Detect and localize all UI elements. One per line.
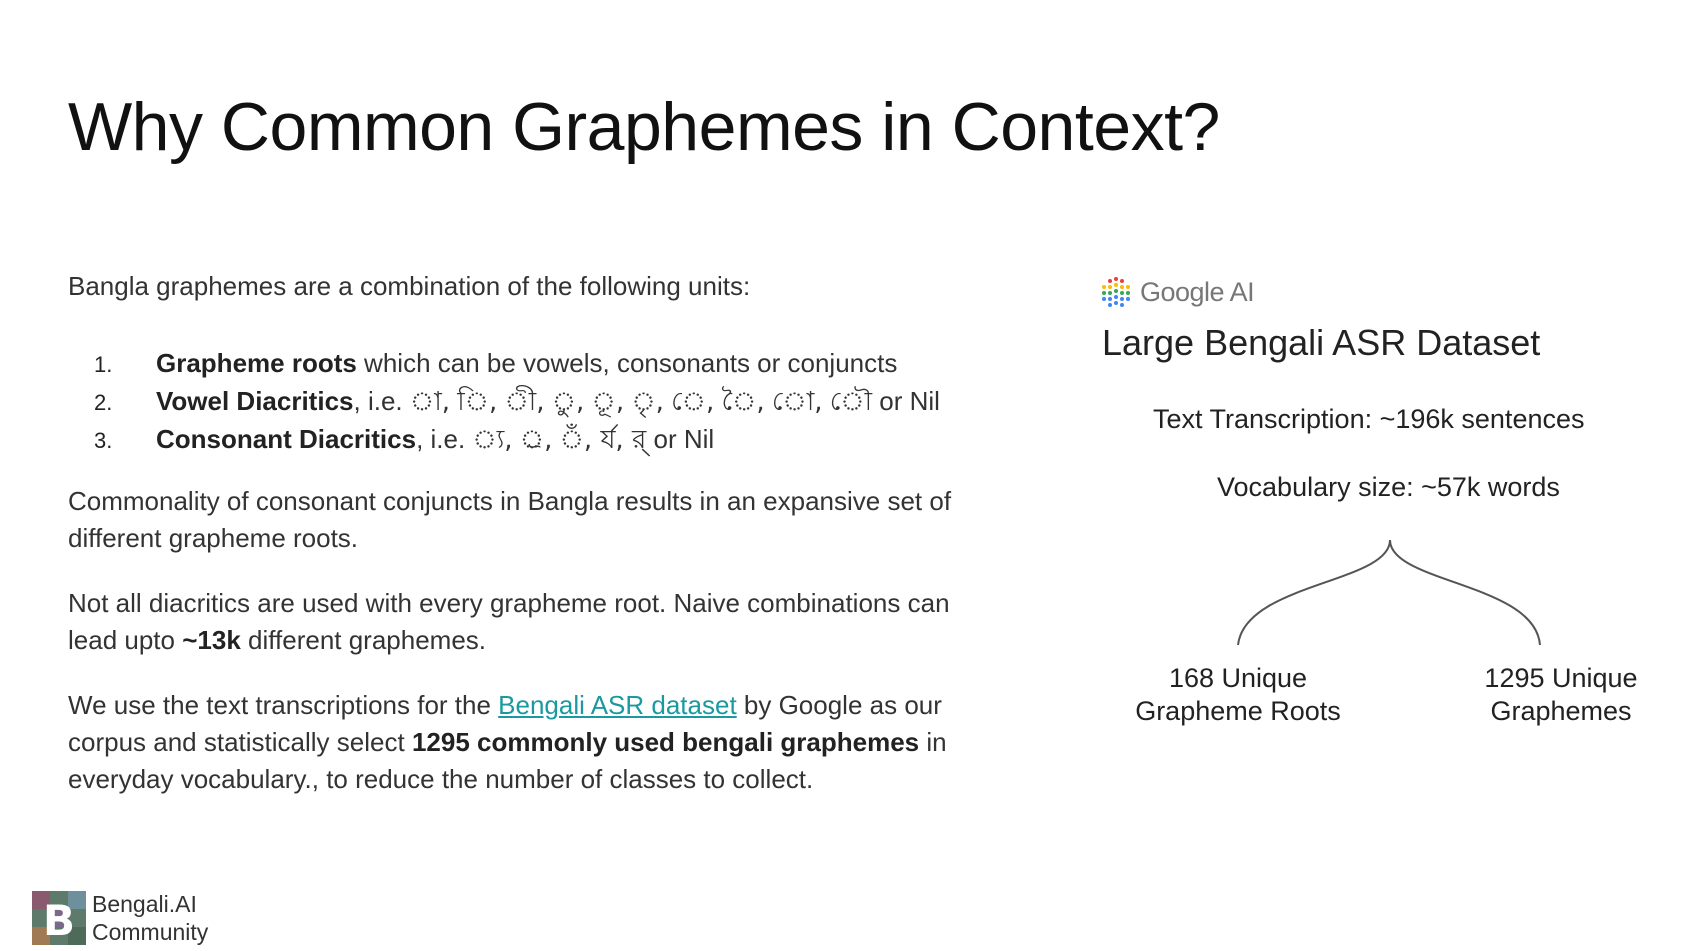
diacritic-glyphs: া, ি, ী, ু, ূ, ৃ, ে, ৈ, ো, ৌ xyxy=(409,387,873,417)
list-number: 2. xyxy=(94,390,113,415)
split-brace xyxy=(1237,539,1541,646)
list-number: 3. xyxy=(94,428,113,453)
unit-description: , i.e. xyxy=(353,386,410,416)
footer-branding: B Bengali.AI Community xyxy=(32,890,208,946)
unit-description: which can be vowels, consonants or conju… xyxy=(356,348,898,378)
paragraph-bold: ~13k xyxy=(182,625,241,655)
bengali-asr-dataset-link[interactable]: Bengali ASR dataset xyxy=(498,690,737,720)
unit-description: , i.e. xyxy=(416,424,473,454)
leaf-line: Graphemes xyxy=(1490,696,1632,726)
diacritic-glyphs: ্য, ্র, ঁ, র্য, র্ xyxy=(472,425,647,455)
slide-title: Why Common Graphemes in Context? xyxy=(68,89,1220,165)
vocabulary-size-stat: Vocabulary size: ~57k words xyxy=(1217,472,1560,502)
svg-text:B: B xyxy=(43,896,75,945)
unit-tail: or Nil xyxy=(646,424,715,454)
diacritics-paragraph: Not all diacritics are used with every g… xyxy=(68,585,998,659)
leaf-line: 1295 Unique xyxy=(1484,663,1638,693)
paragraph-text: We use the text transcriptions for the xyxy=(68,690,499,720)
dataset-title: Large Bengali ASR Dataset xyxy=(1102,322,1541,363)
unit-name: Consonant Diacritics xyxy=(156,424,417,454)
paragraph-text: different graphemes. xyxy=(240,625,487,655)
unit-name: Vowel Diacritics xyxy=(156,386,354,416)
footer-line: Bengali.AI xyxy=(92,891,197,917)
list-number: 1. xyxy=(94,352,113,377)
list-item: 3. Consonant Diacritics, i.e. ্য, ্র, ঁ,… xyxy=(68,421,998,459)
left-column: Bangla graphemes are a combination of th… xyxy=(68,268,998,826)
bengali-ai-logo-icon: B xyxy=(32,891,86,945)
unit-tail: or Nil xyxy=(872,386,940,416)
corpus-paragraph: We use the text transcriptions for the B… xyxy=(68,687,998,798)
graphemes-count: 1295 Unique Graphemes xyxy=(1478,662,1644,728)
grapheme-roots-count: 168 Unique Grapheme Roots xyxy=(1130,662,1346,728)
footer-text: Bengali.AI Community xyxy=(92,890,208,946)
list-item: 1. Grapheme roots which can be vowels, c… xyxy=(68,345,998,383)
google-ai-dots-icon xyxy=(1102,277,1130,307)
text-transcription-stat: Text Transcription: ~196k sentences xyxy=(1153,404,1585,434)
leaf-line: Grapheme Roots xyxy=(1135,696,1341,726)
google-ai-logo: Google AI xyxy=(1100,275,1255,309)
google-ai-logo-text: Google AI xyxy=(1140,276,1255,307)
list-item: 2. Vowel Diacritics, i.e. া, ি, ী, ু, ূ,… xyxy=(68,383,998,421)
leaf-line: 168 Unique xyxy=(1168,663,1308,693)
footer-line: Community xyxy=(92,919,209,945)
intro-text: Bangla graphemes are a combination of th… xyxy=(68,271,751,301)
unit-name: Grapheme roots xyxy=(156,348,357,378)
paragraph-bold: 1295 commonly used bengali graphemes xyxy=(411,727,920,757)
units-list: 1. Grapheme roots which can be vowels, c… xyxy=(68,345,998,459)
conjuncts-paragraph: Commonality of consonant conjuncts in Ba… xyxy=(68,486,952,553)
